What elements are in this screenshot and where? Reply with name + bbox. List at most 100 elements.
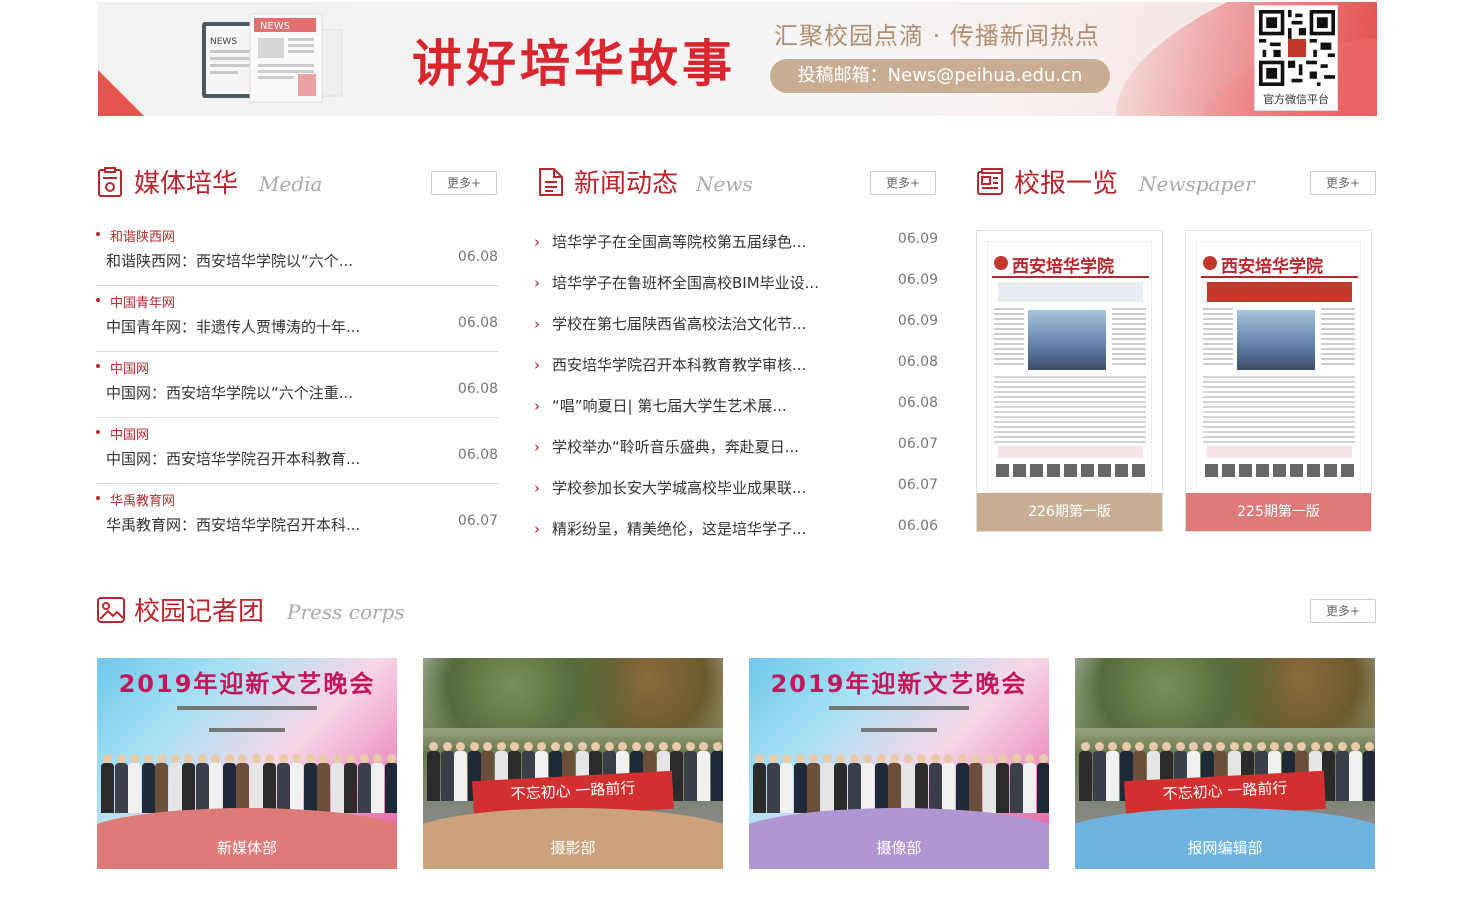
top-banner[interactable]: NEWS NEWS 讲好培华故事 汇聚校园点滴 · 传播新闻热点 投稿邮箱：Ne…: [98, 2, 1377, 116]
media-title-link[interactable]: 中国网：西安培华学院以“六个注重...: [106, 382, 353, 403]
media-list-item[interactable]: 中国网 中国网：西安培华学院以“六个注重... 06.08: [96, 352, 498, 418]
media-source: 中国网: [110, 428, 150, 443]
press-corps-photo: 2019年迎新文艺晚会: [97, 658, 397, 830]
bullet-dot: [96, 298, 100, 302]
bullet-dot: [96, 232, 100, 236]
newspaper-card[interactable]: 西安培华学院 225期第一版: [1185, 230, 1372, 532]
news-date: 06.09: [897, 231, 938, 247]
media-date: 06.08: [457, 381, 498, 397]
newspaper-caption: 225期第一版: [1186, 493, 1371, 531]
news-date: 06.09: [897, 272, 938, 288]
press-corps-caption: 摄影部: [423, 827, 723, 869]
media-date: 06.08: [457, 249, 498, 265]
news-label: NEWS: [210, 37, 237, 47]
media-source: 中国青年网: [110, 296, 176, 311]
photo-icon: [97, 597, 125, 623]
newspaper-masthead: 西安培华学院: [1012, 257, 1114, 277]
newspaper-masthead: 西安培华学院: [1221, 257, 1323, 277]
news-list-item[interactable]: › “唱”响夏日| 第七届大学生艺术展... 06.08: [534, 395, 938, 436]
qr-label: 官方微信平台: [1263, 93, 1329, 106]
news-title-link[interactable]: 学校在第七届陕西省高校法治文化节...: [552, 313, 806, 334]
news-date: 06.07: [897, 477, 938, 493]
news-label-2: NEWS: [260, 21, 290, 32]
news-more-button[interactable]: 更多+: [870, 171, 936, 195]
newspaper-card[interactable]: 西安培华学院 226期第一版: [976, 230, 1163, 532]
chevron-right-icon: ›: [534, 233, 540, 251]
news-list-item[interactable]: › 西安培华学院召开本科教育教学审核... 06.08: [534, 354, 938, 395]
paper-more-button[interactable]: 更多+: [1310, 171, 1376, 195]
media-source: 华禹教育网: [110, 494, 176, 509]
chevron-right-icon: ›: [534, 356, 540, 374]
media-list-item[interactable]: 华禹教育网华禹教育网：西安培华学院召开本科... 06.07: [96, 484, 498, 550]
media-title-link[interactable]: 中国青年网：非遗传人贾博涛的十年...: [106, 316, 360, 337]
media-list-item[interactable]: 中国网中国网：西安培华学院召开本科教育... 06.08: [96, 418, 498, 484]
press-corps-card[interactable]: 2019年迎新文艺晚会新媒体部: [97, 658, 397, 869]
wechat-qr-code[interactable]: 官方微信平台: [1254, 5, 1338, 111]
newspaper-page-thumbnail: 西安培华学院: [1196, 241, 1361, 493]
section-media-title: 媒体培华: [134, 169, 239, 199]
press-corps-caption: 摄像部: [749, 827, 1049, 869]
press-corps-card[interactable]: 不忘初心 一路前行 摄影部: [423, 658, 723, 869]
news-title-link[interactable]: 学校举办“聆听音乐盛典，奔赴夏日...: [552, 436, 799, 457]
newspaper-icon: [977, 168, 1003, 195]
press-corps-photo: 不忘初心 一路前行: [1075, 658, 1375, 830]
submission-email[interactable]: 投稿邮箱：News@peihua.edu.cn: [770, 59, 1110, 93]
media-more-button[interactable]: 更多+: [431, 171, 497, 195]
media-source: 和谐陕西网: [110, 230, 176, 245]
banner-corner-triangle: [98, 70, 144, 116]
bullet-dot: [96, 364, 100, 368]
news-title-link[interactable]: 学校参加长安大学城高校毕业成果联...: [552, 477, 806, 498]
news-list-item[interactable]: › 培华学子在鲁班杯全国高校BIM毕业设... 06.09: [534, 272, 938, 313]
photo-banner-text: 2019年迎新文艺晚会: [770, 670, 1028, 698]
news-list-item[interactable]: › 学校参加长安大学城高校毕业成果联... 06.07: [534, 477, 938, 518]
news-date: 06.07: [897, 436, 938, 452]
media-title-link[interactable]: 中国网：西安培华学院召开本科教育...: [106, 448, 360, 469]
news-title-link[interactable]: “唱”响夏日| 第七届大学生艺术展...: [552, 395, 787, 416]
media-icon: [98, 167, 122, 197]
press-corps-card[interactable]: 2019年迎新文艺晚会摄像部: [749, 658, 1049, 869]
press-corps-photo: 不忘初心 一路前行: [423, 658, 723, 830]
chevron-right-icon: ›: [534, 274, 540, 292]
news-date: 06.06: [897, 518, 938, 534]
photo-banner-text: 2019年迎新文艺晚会: [118, 670, 376, 698]
news-title-link[interactable]: 精彩纷呈，精美绝伦，这是培华学子...: [552, 518, 806, 539]
section-corps-title: 校园记者团: [134, 597, 265, 627]
media-date: 06.07: [457, 513, 498, 529]
media-title-link[interactable]: 华禹教育网：西安培华学院召开本科...: [106, 514, 360, 535]
section-corps-en: Press corps: [287, 600, 405, 624]
media-list-item[interactable]: 和谐陕西网和谐陕西网：西安培华学院以“六个... 06.08: [96, 220, 498, 286]
media-list-item[interactable]: 中国青年网 中国青年网：非遗传人贾博涛的十年... 06.08: [96, 286, 498, 352]
bullet-dot: [96, 496, 100, 500]
news-list-item[interactable]: › 精彩纷呈，精美绝伦，这是培华学子... 06.06: [534, 518, 938, 559]
news-date: 06.08: [897, 354, 938, 370]
qr-code-icon: [1259, 10, 1335, 86]
chevron-right-icon: ›: [534, 479, 540, 497]
news-list-item[interactable]: › 学校在第七届陕西省高校法治文化节... 06.09: [534, 313, 938, 354]
media-date: 06.08: [457, 447, 498, 463]
news-title-link[interactable]: 培华学子在鲁班杯全国高校BIM毕业设...: [552, 272, 819, 293]
section-paper-title: 校报一览: [1014, 169, 1119, 199]
news-title-link[interactable]: 培华学子在全国高等院校第五届绿色...: [552, 231, 806, 252]
bullet-dot: [96, 430, 100, 434]
press-corps-card[interactable]: 不忘初心 一路前行 报网编辑部: [1075, 658, 1375, 869]
section-news-title: 新闻动态: [574, 169, 679, 199]
news-list-item[interactable]: › 培华学子在全国高等院校第五届绿色... 06.09: [534, 231, 938, 272]
newspaper-caption: 226期第一版: [977, 493, 1162, 531]
press-corps-caption: 新媒体部: [97, 827, 397, 869]
corps-more-button[interactable]: 更多+: [1310, 599, 1376, 623]
news-list-item[interactable]: › 学校举办“聆听音乐盛典，奔赴夏日... 06.07: [534, 436, 938, 477]
newspaper-illustration: NEWS NEWS: [202, 13, 343, 103]
chevron-right-icon: ›: [534, 438, 540, 456]
banner-slogan: 汇聚校园点滴 · 传播新闻热点: [774, 22, 1100, 50]
section-news-en: News: [696, 172, 753, 196]
chevron-right-icon: ›: [534, 520, 540, 538]
press-corps-photo: 2019年迎新文艺晚会: [749, 658, 1049, 830]
media-title-link[interactable]: 和谐陕西网：西安培华学院以“六个...: [106, 250, 353, 271]
news-title-link[interactable]: 西安培华学院召开本科教育教学审核...: [552, 354, 806, 375]
section-media-en: Media: [259, 172, 323, 196]
banner-title: 讲好培华故事: [412, 34, 736, 93]
news-date: 06.08: [897, 395, 938, 411]
section-paper-en: Newspaper: [1139, 172, 1255, 196]
section-corps-header: 校园记者团 Press corps: [96, 591, 596, 631]
news-icon: [539, 168, 563, 196]
